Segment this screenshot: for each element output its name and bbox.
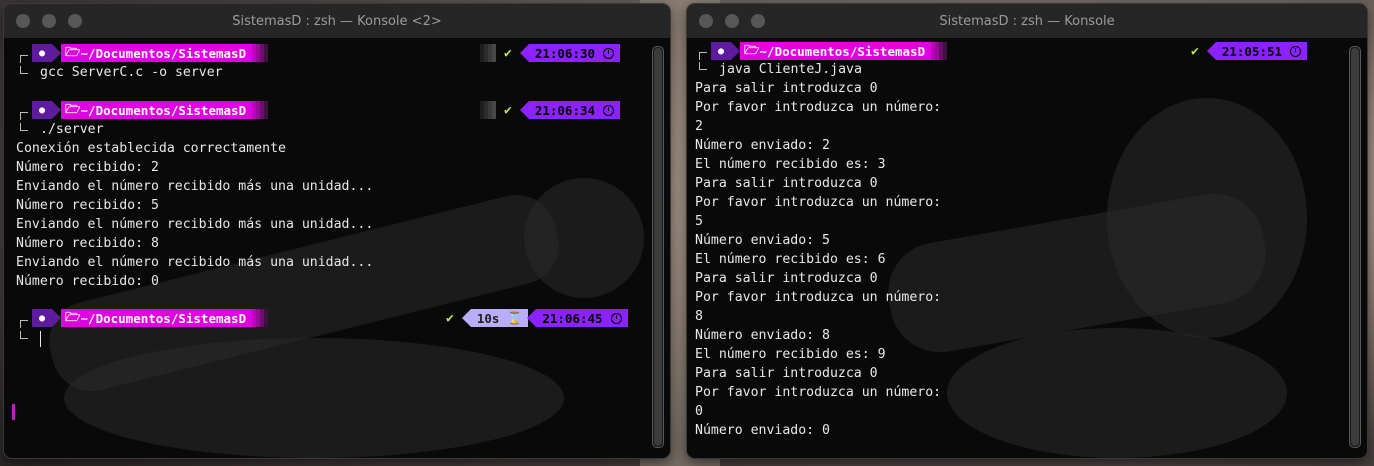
prompt-time: 21:05:51 xyxy=(1221,43,1283,59)
text-cursor xyxy=(40,331,41,347)
output-line: 2 xyxy=(695,119,703,134)
maximize-window-button[interactable] xyxy=(751,14,765,28)
prompt-segment: ● 🗁 ~/Documentos/SistemasD xyxy=(711,41,948,60)
minimize-window-button[interactable] xyxy=(725,14,739,28)
check-icon: ✔ xyxy=(504,45,512,61)
window-title: SistemasD : zsh — Konsole <2> xyxy=(232,13,442,29)
scrollbar[interactable] xyxy=(1349,46,1361,448)
output-line: Enviando el número recibido más una unid… xyxy=(16,217,374,232)
prompt-path-dir: SistemasD xyxy=(178,310,247,326)
command-duration: 10s xyxy=(476,310,500,326)
prompt-segment: ● 🗁 ~/Documentos/SistemasD xyxy=(32,100,269,119)
prompt-time: 21:06:30 xyxy=(534,45,596,61)
scrollbar[interactable] xyxy=(652,46,664,448)
output-line: Número recibido: 0 xyxy=(16,274,159,289)
output-line: Por favor introduzca un número: xyxy=(695,195,942,210)
prompt-path-prefix: ~/Documentos/ xyxy=(80,102,179,118)
prompt-status: ✔ 21:06:34 xyxy=(480,101,621,119)
folder-open-icon: 🗁 xyxy=(65,100,81,116)
prompt-status: ✔ 10s ⌛ 21:06:45 xyxy=(446,309,628,327)
folder-open-icon: 🗁 xyxy=(65,308,81,324)
prompt-time: 21:06:45 xyxy=(542,310,603,326)
output-line: 5 xyxy=(695,214,703,229)
prompt-bracket xyxy=(699,62,707,70)
titlebar[interactable]: SistemasD : zsh — Konsole xyxy=(687,4,1367,38)
command-line: java ClienteJ.java xyxy=(719,62,862,77)
prompt-path-prefix: ~/Documentos/ xyxy=(759,43,858,59)
output-line: Enviando el número recibido más una unid… xyxy=(16,179,374,194)
prompt-bracket xyxy=(20,66,28,74)
prompt-bracket xyxy=(20,123,28,131)
output-line: El número recibido es: 3 xyxy=(695,157,886,172)
linux-distro-icon: ● xyxy=(32,101,52,119)
prompt-status: ✔ 21:05:51 xyxy=(1191,42,1308,60)
titlebar[interactable]: SistemasD : zsh — Konsole <2> xyxy=(4,4,670,38)
hourglass-icon: ⌛ xyxy=(507,311,523,325)
output-line: Para salir introduzca 0 xyxy=(695,176,878,191)
prompt-path-prefix: ~/Documentos/ xyxy=(80,45,179,61)
output-line: Por favor introduzca un número: xyxy=(695,290,942,305)
output-line: Por favor introduzca un número: xyxy=(695,385,942,400)
prompt-path-dir: SistemasD xyxy=(857,43,926,59)
check-icon: ✔ xyxy=(1191,43,1199,59)
output-line: Número recibido: 5 xyxy=(16,198,159,213)
terminal-edge-marker xyxy=(12,404,15,420)
output-line: Para salir introduzca 0 xyxy=(695,271,878,286)
check-icon: ✔ xyxy=(446,310,454,326)
command-line: gcc ServerC.c -o server xyxy=(40,65,223,80)
scrollbar-thumb[interactable] xyxy=(1351,48,1359,446)
maximize-window-button[interactable] xyxy=(68,14,82,28)
linux-distro-icon: ● xyxy=(32,44,52,62)
minimize-window-button[interactable] xyxy=(42,14,56,28)
output-line: Conexión establecida correctamente xyxy=(16,141,286,156)
output-line: Para salir introduzca 0 xyxy=(695,366,878,381)
output-line: 0 xyxy=(695,404,703,419)
output-line: Número recibido: 2 xyxy=(16,160,159,175)
clock-icon xyxy=(603,104,615,116)
prompt-bracket xyxy=(20,331,28,339)
output-line: Número recibido: 8 xyxy=(16,236,159,251)
output-line: Para salir introduzca 0 xyxy=(695,81,878,96)
prompt-path-dir: SistemasD xyxy=(178,102,247,118)
window-title: SistemasD : zsh — Konsole xyxy=(939,13,1115,29)
output-line: Número enviado: 0 xyxy=(695,423,830,438)
close-window-button[interactable] xyxy=(699,14,713,28)
prompt-path-prefix: ~/Documentos/ xyxy=(80,310,179,326)
konsole-window-client[interactable]: SistemasD : zsh — Konsole ● 🗁 ~/Document… xyxy=(687,4,1367,458)
output-line: 8 xyxy=(695,309,703,324)
folder-open-icon: 🗁 xyxy=(65,43,81,59)
output-line: Número enviado: 5 xyxy=(695,233,830,248)
folder-open-icon: 🗁 xyxy=(744,41,760,57)
terminal-area[interactable]: ● 🗁 ~/Documentos/SistemasD ✔ 21:06:30 gc… xyxy=(4,38,670,458)
output-line: El número recibido es: 6 xyxy=(695,252,886,267)
linux-distro-icon: ● xyxy=(711,42,731,60)
prompt-bracket xyxy=(20,112,28,120)
prompt-path-dir: SistemasD xyxy=(178,45,247,61)
check-icon: ✔ xyxy=(504,102,512,118)
clock-icon xyxy=(610,312,622,324)
output-line: Número enviado: 8 xyxy=(695,328,830,343)
prompt-bracket xyxy=(699,52,707,60)
clock-icon xyxy=(1290,45,1302,57)
prompt-segment: ● 🗁 ~/Documentos/SistemasD xyxy=(32,308,269,327)
linux-distro-icon: ● xyxy=(32,309,52,327)
konsole-window-server[interactable]: SistemasD : zsh — Konsole <2> ● 🗁 ~/Docu… xyxy=(4,4,670,458)
prompt-bracket xyxy=(20,320,28,328)
output-line: Por favor introduzca un número: xyxy=(695,100,942,115)
terminal-area[interactable]: ● 🗁 ~/Documentos/SistemasD ✔ 21:05:51 ja… xyxy=(687,38,1367,458)
prompt-segment: ● 🗁 ~/Documentos/SistemasD xyxy=(32,43,269,62)
prompt-status: ✔ 21:06:30 xyxy=(480,44,621,62)
scrollbar-thumb[interactable] xyxy=(654,48,662,446)
output-line: Enviando el número recibido más una unid… xyxy=(16,255,374,270)
output-line: El número recibido es: 9 xyxy=(695,347,886,362)
command-line: ./server xyxy=(40,122,104,137)
output-line: Número enviado: 2 xyxy=(695,138,830,153)
close-window-button[interactable] xyxy=(16,14,30,28)
prompt-time: 21:06:34 xyxy=(534,102,596,118)
prompt-bracket xyxy=(20,55,28,63)
clock-icon xyxy=(603,47,615,59)
